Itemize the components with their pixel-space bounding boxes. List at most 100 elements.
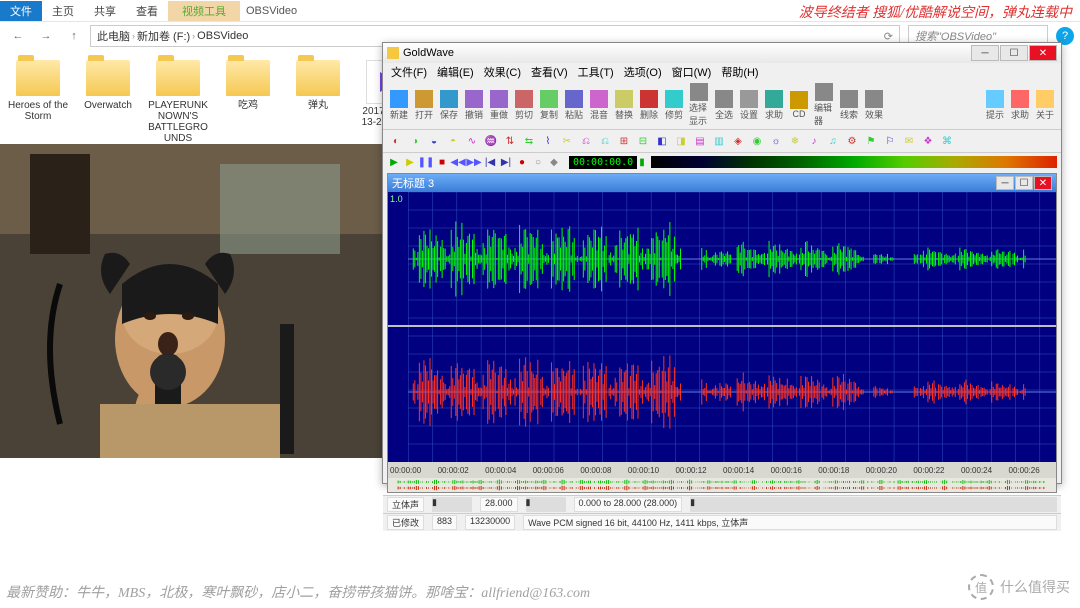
crumb[interactable]: 新加卷 (F:) — [137, 28, 190, 44]
file-item[interactable]: 弹丸 — [286, 60, 350, 111]
toolbar-button[interactable] — [590, 90, 608, 108]
crumb[interactable]: OBSVideo — [197, 30, 248, 42]
record-button[interactable]: ● — [515, 155, 529, 169]
menu-item[interactable]: 帮助(H) — [717, 64, 762, 80]
effect-button[interactable]: ◈ — [729, 132, 747, 150]
effect-button[interactable]: ⎌ — [596, 132, 614, 150]
effect-button[interactable]: ⊟ — [634, 132, 652, 150]
effect-button[interactable]: ⇆ — [520, 132, 538, 150]
doc-maximize[interactable]: ☐ — [1015, 176, 1033, 190]
minimize-button[interactable]: ─ — [971, 45, 999, 61]
menu-item[interactable]: 工具(T) — [574, 64, 618, 80]
rewind-button[interactable]: ◀◀ — [451, 155, 465, 169]
toolbar-button[interactable] — [690, 83, 708, 101]
menu-item[interactable]: 窗口(W) — [668, 64, 716, 80]
file-item[interactable]: 吃鸡 — [216, 60, 280, 111]
doc-close[interactable]: ✕ — [1034, 176, 1052, 190]
effect-button[interactable]: ⌘ — [938, 132, 956, 150]
toolbar-button[interactable] — [415, 90, 433, 108]
toolbar-button[interactable] — [1011, 90, 1029, 108]
overview-strip[interactable] — [388, 478, 1056, 492]
effect-button[interactable]: ▤ — [691, 132, 709, 150]
effect-button[interactable]: ❖ — [919, 132, 937, 150]
toolbar-button[interactable] — [390, 90, 408, 108]
status-scrollbar2[interactable]: ▮ — [526, 497, 566, 512]
menu-item[interactable]: 文件(F) — [387, 64, 431, 80]
ribbon-video-tools[interactable]: 视频工具 — [168, 1, 240, 21]
forward-button[interactable]: ▶▶ — [467, 155, 481, 169]
ribbon-file[interactable]: 文件 — [0, 1, 42, 21]
waveform-area[interactable]: 1.0 — [388, 192, 1056, 462]
marker-button[interactable]: ◆ — [547, 155, 561, 169]
file-item[interactable]: PLAYERUNKNOWN'S BATTLEGROUNDS — [146, 60, 210, 144]
menu-item[interactable]: 选项(O) — [620, 64, 666, 80]
effect-button[interactable]: ∿ — [463, 132, 481, 150]
close-button[interactable]: ✕ — [1029, 45, 1057, 61]
toolbar-button[interactable] — [465, 90, 483, 108]
effect-button[interactable]: ◐ — [387, 132, 405, 150]
effect-button[interactable]: ❄ — [786, 132, 804, 150]
toolbar-button[interactable] — [986, 90, 1004, 108]
toolbar-button[interactable] — [790, 91, 808, 109]
effect-button[interactable]: ◓ — [444, 132, 462, 150]
file-item[interactable]: Heroes of the Storm — [6, 60, 70, 122]
toolbar-button[interactable] — [515, 90, 533, 108]
play-button[interactable]: ▶ — [387, 155, 401, 169]
toolbar-button[interactable] — [865, 90, 883, 108]
effect-button[interactable]: ♫ — [824, 132, 842, 150]
toolbar-button[interactable] — [490, 90, 508, 108]
menu-item[interactable]: 编辑(E) — [433, 64, 478, 80]
status-scrollbar[interactable]: ▮ — [432, 497, 472, 512]
up-button[interactable]: ↑ — [62, 25, 86, 47]
skip-end-button[interactable]: ▶| — [499, 155, 513, 169]
doc-titlebar[interactable]: 无标题 3 ─ ☐ ✕ — [388, 174, 1056, 192]
file-item[interactable]: Overwatch — [76, 60, 140, 111]
toolbar-button[interactable] — [440, 90, 458, 108]
doc-minimize[interactable]: ─ — [996, 176, 1014, 190]
goldwave-titlebar[interactable]: GoldWave ─ ☐ ✕ — [383, 43, 1061, 63]
effect-button[interactable]: ✂ — [558, 132, 576, 150]
effect-button[interactable]: ⊞ — [615, 132, 633, 150]
effect-button[interactable]: ◑ — [406, 132, 424, 150]
toolbar-button[interactable] — [615, 90, 633, 108]
toolbar-button[interactable] — [565, 90, 583, 108]
timeline[interactable]: 00:00:0000:00:0200:00:0400:00:0600:00:08… — [388, 462, 1056, 478]
effect-button[interactable]: ⇅ — [501, 132, 519, 150]
toolbar-button[interactable] — [540, 90, 558, 108]
status-scrollbar3[interactable]: ▮ — [690, 497, 1057, 512]
effect-button[interactable]: ▥ — [710, 132, 728, 150]
toolbar-button[interactable] — [815, 83, 833, 101]
effect-button[interactable]: ♒ — [482, 132, 500, 150]
ribbon-view[interactable]: 查看 — [126, 1, 168, 21]
toolbar-button[interactable] — [765, 90, 783, 108]
effect-button[interactable]: ⚙ — [843, 132, 861, 150]
ribbon-home[interactable]: 主页 — [42, 1, 84, 21]
toolbar-button[interactable] — [640, 90, 658, 108]
effect-button[interactable]: ⚐ — [881, 132, 899, 150]
effect-button[interactable]: ☼ — [767, 132, 785, 150]
effect-button[interactable]: ⎌ — [577, 132, 595, 150]
stop-button[interactable]: ■ — [435, 155, 449, 169]
pause-button[interactable]: ❚❚ — [419, 155, 433, 169]
crumb[interactable]: 此电脑 — [97, 28, 130, 44]
effect-button[interactable]: ◒ — [425, 132, 443, 150]
skip-start-button[interactable]: |◀ — [483, 155, 497, 169]
menu-item[interactable]: 效果(C) — [480, 64, 525, 80]
ribbon-share[interactable]: 共享 — [84, 1, 126, 21]
effect-button[interactable]: ♪ — [805, 132, 823, 150]
effect-button[interactable]: ◉ — [748, 132, 766, 150]
toolbar-button[interactable] — [665, 90, 683, 108]
toolbar-button[interactable] — [1036, 90, 1054, 108]
loop-button[interactable]: ○ — [531, 155, 545, 169]
maximize-button[interactable]: ☐ — [1000, 45, 1028, 61]
refresh-icon[interactable]: ⟳ — [884, 30, 893, 43]
back-button[interactable]: ← — [6, 25, 30, 47]
effect-button[interactable]: ⚑ — [862, 132, 880, 150]
play-yellow-button[interactable]: ▶ — [403, 155, 417, 169]
forward-button[interactable]: → — [34, 25, 58, 47]
effect-button[interactable]: ⌇ — [539, 132, 557, 150]
effect-button[interactable]: ◨ — [672, 132, 690, 150]
effect-button[interactable]: ✉ — [900, 132, 918, 150]
menu-item[interactable]: 查看(V) — [527, 64, 572, 80]
effect-button[interactable]: ◧ — [653, 132, 671, 150]
